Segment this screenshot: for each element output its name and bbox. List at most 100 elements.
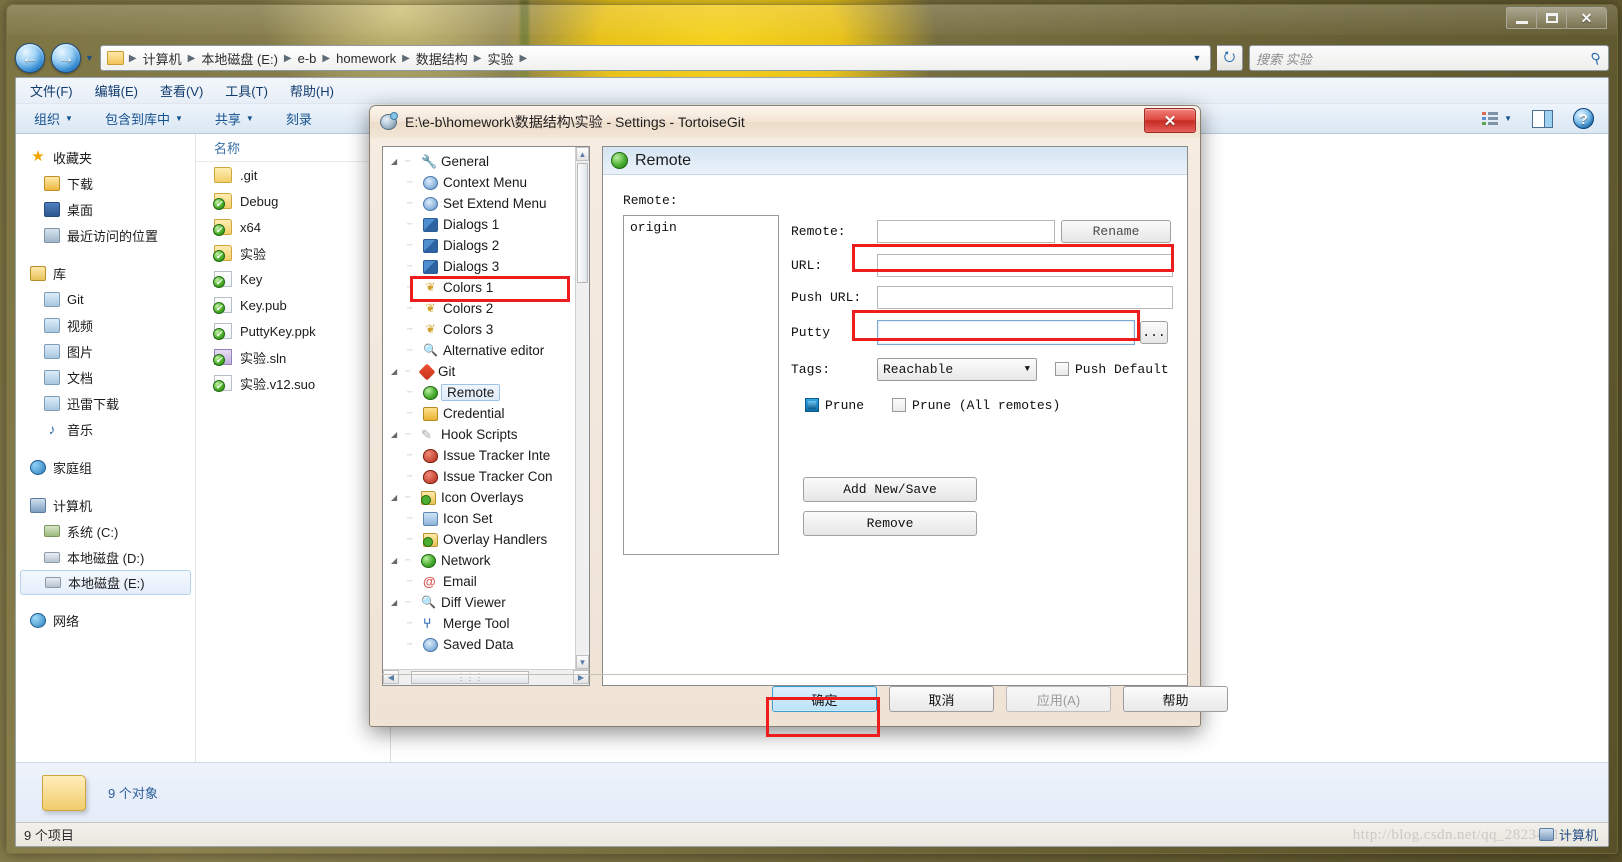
expander-icon[interactable]: ◢ (391, 598, 400, 607)
sidebar-item-music[interactable]: ♪ 音乐 (16, 416, 195, 442)
sidebar-item-pictures[interactable]: 图片 (16, 338, 195, 364)
tree-item-alternative-editor[interactable]: ┄ 🔍 Alternative editor (383, 340, 575, 361)
tree-item-icon-overlays[interactable]: ◢ ┄ Icon Overlays (383, 487, 575, 508)
expander-icon[interactable]: ◢ (391, 157, 400, 166)
putty-key-input[interactable] (877, 319, 1135, 345)
rename-button[interactable]: Rename (1061, 219, 1171, 243)
ok-button[interactable]: 确定 (772, 686, 877, 712)
tree-item-issue-tracker-integration[interactable]: ┄ Issue Tracker Inte (383, 445, 575, 466)
menu-edit[interactable]: 编辑(E) (95, 81, 138, 100)
tree-item-merge-tool[interactable]: ┄ ⑂ Merge Tool (383, 613, 575, 634)
scroll-down-icon[interactable]: ▼ (576, 655, 589, 669)
menu-help[interactable]: 帮助(H) (290, 81, 334, 100)
help-button[interactable]: 帮助 (1123, 686, 1228, 712)
menu-tools[interactable]: 工具(T) (225, 81, 268, 100)
breadcrumb[interactable]: ▶ 计算机 ▶ 本地磁盘 (E:) ▶ e-b ▶ homework ▶ 数据结… (99, 45, 1211, 71)
sidebar-item-drive-d[interactable]: 本地磁盘 (D:) (16, 544, 195, 570)
list-item[interactable]: x64 (196, 214, 390, 240)
scroll-up-icon[interactable]: ▲ (576, 147, 589, 161)
search-input[interactable]: 搜索 实验 ⚲ (1249, 45, 1609, 71)
add-new-save-button[interactable]: Add New/Save (803, 477, 977, 502)
tree-item-credential[interactable]: ┄ Credential (383, 403, 575, 424)
settings-tree[interactable]: ◢ ┄ 🔧 General ┄ Context Menu ┄ Set Exten… (382, 146, 590, 686)
tree-item-dialogs-2[interactable]: ┄ Dialogs 2 (383, 235, 575, 256)
list-item[interactable]: 实验 (196, 240, 390, 266)
sidebar-item-downloads[interactable]: 下载 (16, 170, 195, 196)
expander-icon[interactable]: ◢ (391, 493, 400, 502)
sidebar-item-git[interactable]: Git (16, 286, 195, 312)
toolbar-burn[interactable]: 刻录 (286, 109, 312, 128)
list-item[interactable]: .git (196, 162, 390, 188)
tree-item-hook-scripts[interactable]: ◢ ┄ ✎ Hook Scripts (383, 424, 575, 445)
cancel-button[interactable]: 取消 (889, 686, 994, 712)
prune-all-remotes-checkbox[interactable] (892, 398, 907, 412)
tree-item-diff-viewer[interactable]: ◢ ┄ 🔍 Diff Viewer (383, 592, 575, 613)
tree-item-saved-data[interactable]: ┄ Saved Data (383, 634, 575, 655)
remove-button[interactable]: Remove (803, 511, 977, 536)
tree-item-network[interactable]: ◢ ┄ Network (383, 550, 575, 571)
list-item[interactable]: 实验.v12.suo (196, 370, 390, 396)
close-button[interactable]: ✕ (1566, 7, 1607, 29)
scroll-thumb[interactable] (577, 163, 588, 283)
tree-item-icon-set[interactable]: ┄ Icon Set (383, 508, 575, 529)
tree-item-email[interactable]: ┄ @ Email (383, 571, 575, 592)
remote-list[interactable]: origin (623, 215, 779, 555)
remote-list-item[interactable]: origin (630, 220, 772, 235)
tree-item-git[interactable]: ◢ ┄ Git (383, 361, 575, 382)
dialog-close-button[interactable]: ✕ (1144, 108, 1196, 133)
toolbar-organize[interactable]: 组织 ▼ (34, 109, 73, 128)
toolbar-share[interactable]: 共享 ▼ (215, 109, 254, 128)
refresh-button[interactable]: ⭮ (1217, 45, 1243, 71)
sidebar-item-documents[interactable]: 文档 (16, 364, 195, 390)
tree-vertical-scrollbar[interactable]: ▲ ▼ (575, 147, 589, 669)
apply-button[interactable]: 应用(A) (1006, 686, 1111, 712)
tree-item-colors-3[interactable]: ┄ ❦ Colors 3 (383, 319, 575, 340)
sidebar-item-desktop[interactable]: 桌面 (16, 196, 195, 222)
sidebar-item-homegroup[interactable]: 家庭组 (16, 454, 195, 480)
menu-file[interactable]: 文件(F) (30, 81, 73, 100)
breadcrumb-item-2[interactable]: e-b (294, 49, 321, 68)
url-input[interactable] (877, 253, 1173, 277)
sidebar-item-computer[interactable]: 计算机 (16, 492, 195, 518)
list-item[interactable]: 实验.sln (196, 344, 390, 370)
sidebar-item-thunder-download[interactable]: 迅雷下载 (16, 390, 195, 416)
menu-view[interactable]: 查看(V) (160, 81, 203, 100)
expander-icon[interactable]: ◢ (391, 367, 400, 376)
breadcrumb-item-5[interactable]: 实验 (484, 47, 518, 70)
preview-pane-icon[interactable] (1532, 109, 1553, 128)
list-item[interactable]: PuttyKey.ppk (196, 318, 390, 344)
tree-item-issue-tracker-config[interactable]: ┄ Issue Tracker Con (383, 466, 575, 487)
tree-item-overlay-handlers[interactable]: ┄ Overlay Handlers (383, 529, 575, 550)
tree-item-context-menu[interactable]: ┄ Context Menu (383, 172, 575, 193)
recent-pages-dropdown-icon[interactable]: ▼ (85, 53, 94, 63)
list-item[interactable]: Debug (196, 188, 390, 214)
sidebar-item-drive-e[interactable]: 本地磁盘 (E:) (20, 570, 191, 595)
push-url-input[interactable] (877, 285, 1173, 309)
prune-checkbox[interactable] (805, 398, 819, 412)
tree-item-colors-2[interactable]: ┄ ❦ Colors 2 (383, 298, 575, 319)
help-icon[interactable]: ? (1573, 108, 1594, 129)
forward-button[interactable]: → (51, 43, 81, 73)
toolbar-include-in-library[interactable]: 包含到库中 ▼ (105, 109, 183, 128)
list-item[interactable]: Key (196, 266, 390, 292)
breadcrumb-item-0[interactable]: 计算机 (139, 47, 186, 70)
tree-item-general[interactable]: ◢ ┄ 🔧 General (383, 151, 575, 172)
column-header-name[interactable]: 名称 (196, 134, 390, 162)
list-item[interactable]: Key.pub (196, 292, 390, 318)
sidebar-item-drive-c[interactable]: 系统 (C:) (16, 518, 195, 544)
minimize-button[interactable] (1506, 7, 1537, 29)
sidebar-item-recent-places[interactable]: 最近访问的位置 (16, 222, 195, 248)
remote-name-input[interactable] (877, 219, 1055, 243)
tags-select[interactable]: Reachable ▼ (877, 357, 1037, 381)
tree-item-set-extend-menu[interactable]: ┄ Set Extend Menu (383, 193, 575, 214)
breadcrumb-item-4[interactable]: 数据结构 (412, 47, 472, 70)
tree-item-dialogs-1[interactable]: ┄ Dialogs 1 (383, 214, 575, 235)
breadcrumb-item-1[interactable]: 本地磁盘 (E:) (197, 47, 282, 70)
view-mode-button[interactable]: ▼ (1482, 112, 1512, 125)
back-button[interactable]: ← (15, 43, 45, 73)
maximize-button[interactable] (1536, 7, 1567, 29)
sidebar-item-favorites[interactable]: ★ 收藏夹 (16, 144, 195, 170)
sidebar-item-videos[interactable]: 视频 (16, 312, 195, 338)
browse-putty-key-button[interactable]: ... (1140, 320, 1168, 344)
push-default-checkbox[interactable] (1055, 362, 1069, 376)
